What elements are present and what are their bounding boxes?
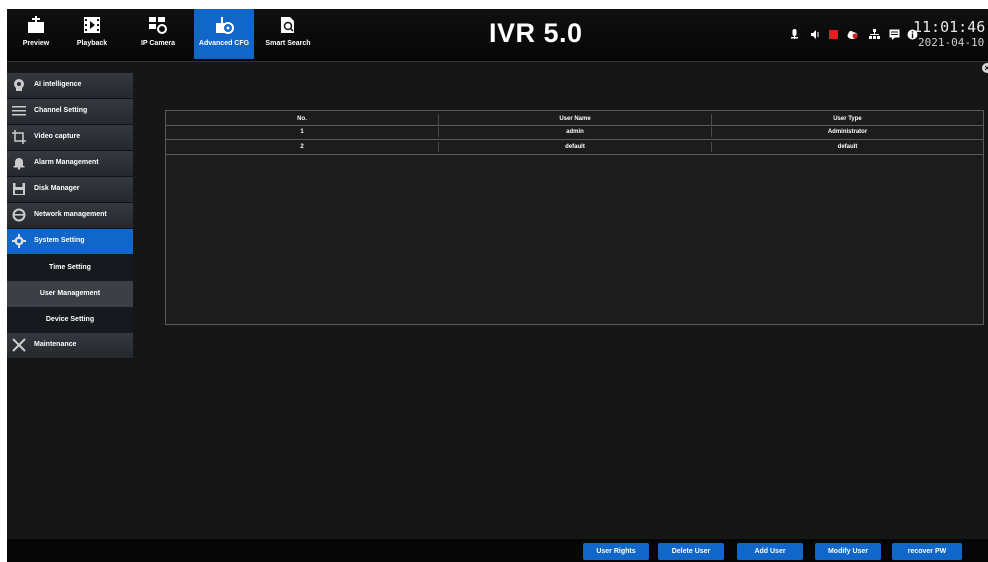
internet-icon bbox=[12, 208, 26, 222]
nav-ip-camera-label: IP Camera bbox=[140, 40, 176, 47]
crop-icon bbox=[12, 130, 26, 144]
add-user-button[interactable]: Add User bbox=[737, 543, 803, 560]
user-rights-button[interactable]: User Rights bbox=[583, 543, 649, 560]
table-header: No. User Name User Type bbox=[166, 114, 983, 125]
sidebar-item-label: Maintenance bbox=[34, 341, 77, 348]
row-divider bbox=[166, 154, 983, 155]
table-row[interactable]: 2 default default bbox=[166, 142, 983, 152]
bell-icon bbox=[13, 158, 25, 170]
ai-icon bbox=[14, 79, 24, 91]
dvr-window: Preview Playback IP Camera Advanced CFG … bbox=[7, 9, 988, 562]
nav-ip-camera[interactable]: IP Camera bbox=[133, 9, 183, 59]
cloud-icon[interactable] bbox=[847, 29, 858, 40]
cell-no: 2 bbox=[166, 142, 439, 152]
ip-camera-icon bbox=[149, 17, 167, 34]
sidebar-item-alarm-management[interactable]: Alarm Management bbox=[7, 151, 133, 177]
sidebar-item-label: Alarm Management bbox=[34, 159, 99, 166]
sidebar-item-label: System Setting bbox=[34, 237, 85, 244]
tools-icon bbox=[12, 338, 26, 352]
channel-list-icon bbox=[12, 106, 26, 116]
nav-playback-label: Playback bbox=[76, 40, 108, 47]
record-icon[interactable] bbox=[828, 29, 839, 40]
cell-user-name: default bbox=[439, 142, 712, 152]
column-header-user-type: User Type bbox=[833, 116, 862, 122]
table-row[interactable]: 1 admin Administrator bbox=[166, 127, 983, 137]
sidebar-item-ai-intelligence[interactable]: AI intelligence bbox=[7, 73, 133, 99]
cell-user-name: admin bbox=[439, 127, 712, 137]
nav-preview[interactable]: Preview bbox=[11, 9, 61, 59]
sidebar-item-label: Channel Setting bbox=[34, 107, 88, 114]
smart-search-icon bbox=[281, 17, 294, 33]
modify-user-button[interactable]: Modify User bbox=[815, 543, 881, 560]
speaker-icon[interactable] bbox=[809, 29, 820, 40]
nav-advanced-cfg-label: Advanced CFG bbox=[198, 40, 250, 47]
sidebar-item-channel-setting[interactable]: Channel Setting bbox=[7, 99, 133, 125]
sidebar-item-system-setting[interactable]: System Setting bbox=[7, 229, 133, 255]
microphone-icon[interactable] bbox=[789, 29, 800, 40]
nav-preview-label: Preview bbox=[22, 40, 50, 47]
close-icon[interactable]: × bbox=[982, 63, 988, 73]
row-divider bbox=[166, 125, 983, 126]
sidebar-item-label: Video capture bbox=[34, 133, 81, 140]
nav-playback[interactable]: Playback bbox=[67, 9, 117, 59]
app-title: IVR 5.0 bbox=[489, 18, 583, 48]
column-header-user-name: User Name bbox=[439, 114, 712, 125]
clock-date: 2021-04-10 bbox=[918, 36, 985, 49]
network-icon[interactable] bbox=[869, 29, 880, 40]
preview-icon bbox=[28, 16, 44, 33]
top-bar: Preview Playback IP Camera Advanced CFG … bbox=[7, 9, 988, 62]
sidebar-item-label: AI intelligence bbox=[34, 81, 82, 88]
sidebar-subitem-user-management[interactable]: User Management bbox=[7, 281, 133, 307]
user-table: No. User Name User Type 1 admin Administ… bbox=[165, 110, 984, 325]
cell-no: 1 bbox=[166, 127, 439, 137]
recover-pw-button[interactable]: recover PW bbox=[892, 543, 962, 560]
nav-smart-search-label: Smart Search bbox=[265, 40, 311, 47]
nav-smart-search[interactable]: Smart Search bbox=[260, 9, 316, 59]
message-icon[interactable] bbox=[889, 29, 900, 40]
row-divider bbox=[166, 139, 983, 140]
sidebar: AI intelligence Channel Setting Video ca… bbox=[7, 73, 133, 373]
sidebar-subitem-time-setting[interactable]: Time Setting bbox=[7, 255, 133, 281]
delete-user-button[interactable]: Delete User bbox=[658, 543, 724, 560]
sidebar-item-label: Network management bbox=[34, 211, 107, 218]
playback-icon bbox=[84, 17, 100, 33]
sidebar-item-disk-manager[interactable]: Disk Manager bbox=[7, 177, 133, 203]
cell-user-type: Administrator bbox=[827, 129, 868, 135]
gear-icon bbox=[12, 234, 26, 248]
disk-icon bbox=[13, 183, 25, 195]
clock-time: 11:01:46 bbox=[913, 18, 986, 36]
sidebar-subitem-device-setting[interactable]: Device Setting bbox=[7, 307, 133, 333]
advanced-cfg-icon bbox=[216, 17, 234, 34]
sidebar-item-maintenance[interactable]: Maintenance bbox=[7, 333, 133, 359]
sidebar-item-video-capture[interactable]: Video capture bbox=[7, 125, 133, 151]
nav-advanced-cfg[interactable]: Advanced CFG bbox=[194, 9, 254, 59]
sidebar-item-label: Disk Manager bbox=[34, 185, 80, 192]
sidebar-item-network-management[interactable]: Network management bbox=[7, 203, 133, 229]
cell-user-type: default bbox=[837, 144, 858, 150]
column-header-no: No. bbox=[166, 114, 439, 125]
